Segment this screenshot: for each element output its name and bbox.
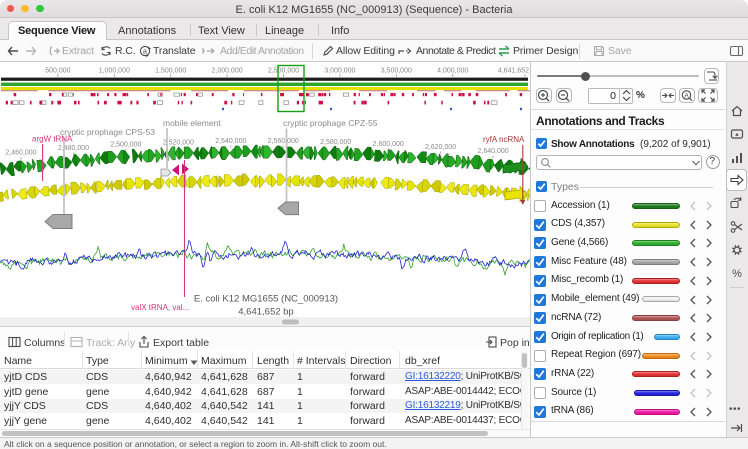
svg-text:1,000,000: 1,000,000: [99, 68, 130, 75]
svg-text:2,500,000: 2,500,000: [110, 142, 141, 149]
svg-text:2,580,000: 2,580,000: [320, 139, 351, 146]
svg-text:1,500,000: 1,500,000: [155, 68, 186, 75]
svg-text:4,641,652: 4,641,652: [498, 68, 529, 75]
svg-text:2,640,000: 2,640,000: [478, 148, 509, 155]
svg-text:2,480,000: 2,480,000: [58, 145, 89, 152]
svg-text:2,620,000: 2,620,000: [425, 144, 456, 151]
svg-text:2,540,000: 2,540,000: [215, 138, 246, 145]
svg-text:cryptic prophage CPZ-55: cryptic prophage CPZ-55: [283, 118, 378, 128]
svg-text:3,500,000: 3,500,000: [381, 68, 412, 75]
svg-text:E. coli K12 MG1655 (NC_000913): E. coli K12 MG1655 (NC_000913): [194, 294, 338, 305]
svg-text:valX tRNA, val...: valX tRNA, val...: [131, 303, 189, 312]
svg-text:cryptic prophage CPS-53: cryptic prophage CPS-53: [60, 127, 155, 137]
svg-text:4,000,000: 4,000,000: [437, 68, 468, 75]
svg-text:4,641,652 bp: 4,641,652 bp: [238, 307, 293, 318]
svg-text:2,460,000: 2,460,000: [5, 150, 36, 157]
svg-text:a: a: [143, 49, 147, 56]
svg-text:%: %: [732, 268, 742, 280]
svg-text:2,600,000: 2,600,000: [373, 141, 404, 148]
svg-text:A: A: [684, 92, 689, 99]
svg-text:2,500,000: 2,500,000: [268, 68, 299, 75]
svg-text:ryfA ncRNA: ryfA ncRNA: [483, 135, 525, 144]
svg-text:mobile element: mobile element: [163, 118, 221, 128]
svg-text:2,560,000: 2,560,000: [268, 138, 299, 145]
svg-text:3,000,000: 3,000,000: [324, 68, 355, 75]
svg-text:500,000: 500,000: [45, 68, 70, 75]
svg-text:2,000,000: 2,000,000: [212, 68, 243, 75]
